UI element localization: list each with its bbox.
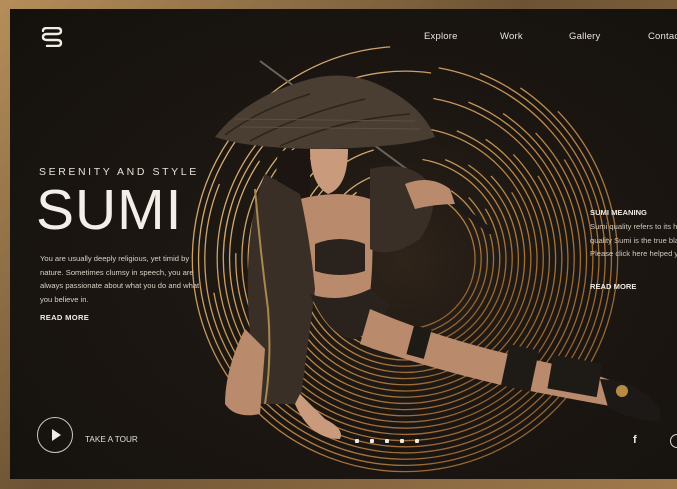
- pagination-dot[interactable]: [355, 439, 359, 443]
- nav-link-explore[interactable]: Explore: [424, 31, 458, 42]
- nav-link-contact[interactable]: Contact: [648, 31, 677, 42]
- hero-stage: Explore Work Gallery Contact SERENITY AN…: [10, 9, 677, 479]
- nav-link-gallery[interactable]: Gallery: [569, 31, 601, 42]
- side-panel-title: SUMI MEANING: [590, 208, 647, 217]
- hero-read-more-link[interactable]: READ MORE: [40, 313, 89, 322]
- slide-pagination: [355, 439, 425, 445]
- pagination-dot[interactable]: [415, 439, 419, 443]
- hero-illustration: [191, 46, 660, 473]
- side-panel-read-more-link[interactable]: READ MORE: [590, 282, 636, 291]
- play-icon: [52, 429, 61, 441]
- hero-description: You are usually deeply religious, yet ti…: [40, 254, 200, 304]
- hero-title: SUMI: [36, 178, 183, 242]
- pagination-dot[interactable]: [370, 439, 374, 443]
- pagination-dot[interactable]: [400, 439, 404, 443]
- play-tour-button[interactable]: [37, 417, 73, 453]
- side-panel-description: Sumi quality refers to its highest quali…: [590, 222, 677, 258]
- top-navigation: Explore Work Gallery Contact: [10, 31, 677, 47]
- pagination-dot[interactable]: [385, 439, 389, 443]
- instagram-icon[interactable]: [670, 434, 677, 448]
- take-a-tour-label[interactable]: TAKE A TOUR: [85, 435, 138, 444]
- nav-link-work[interactable]: Work: [500, 31, 523, 42]
- facebook-icon[interactable]: f: [633, 434, 637, 446]
